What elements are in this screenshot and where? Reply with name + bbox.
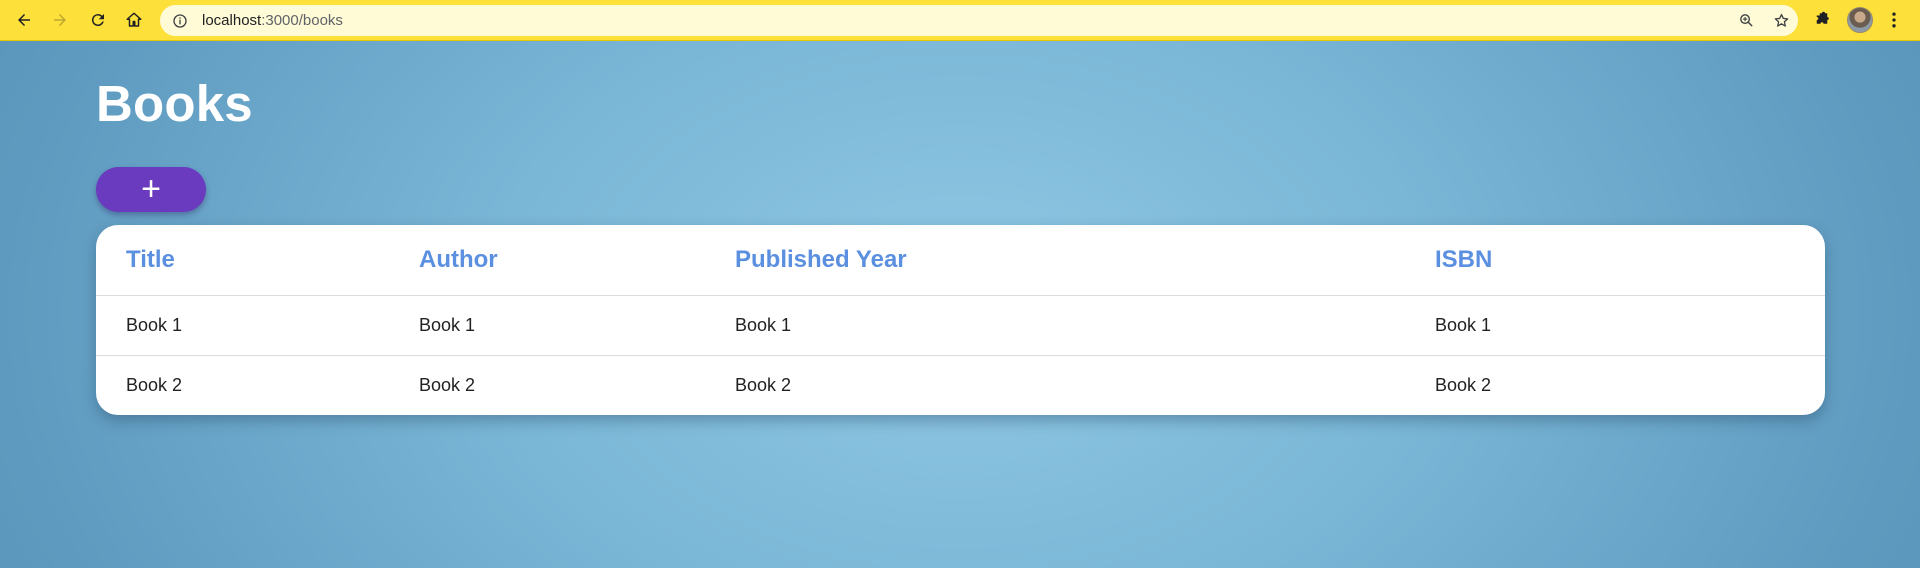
cell-title: Book 1 [96, 295, 419, 356]
cell-title: Book 2 [126, 374, 183, 395]
star-icon[interactable] [1773, 12, 1790, 29]
cell-author: Book 2 [419, 374, 476, 395]
back-button[interactable] [6, 2, 42, 38]
column-header-title[interactable]: Title [96, 225, 419, 296]
cell-published-year: Book 2 [735, 374, 792, 395]
forward-arrow-icon [54, 14, 66, 26]
forward-button[interactable] [42, 2, 78, 38]
url-text[interactable]: localhost:3000/books [202, 12, 343, 29]
browser-toolbar: localhost:3000/books [0, 0, 1920, 41]
profile-avatar[interactable] [1847, 7, 1873, 33]
extensions-button[interactable] [1808, 6, 1836, 34]
site-info-icon[interactable] [172, 13, 188, 29]
cell-published-year: Book 1 [735, 295, 1435, 356]
table-row[interactable]: Book 1 Book 1 Book 1 Book 1 [96, 295, 1825, 356]
cell-isbn: Book 2 [1435, 374, 1492, 395]
url-host: localhost [202, 12, 262, 29]
page-title: Books [96, 75, 253, 132]
more-menu-button[interactable] [1882, 8, 1906, 32]
home-button[interactable] [116, 2, 152, 38]
plus-icon: + [141, 169, 161, 208]
reload-button[interactable] [80, 2, 116, 38]
back-arrow-icon [18, 14, 30, 26]
books-table-card: Title Author Published Year ISBN Book 1 … [96, 225, 1825, 415]
more-vert-icon [1892, 12, 1896, 28]
table-header-row: Title Author Published Year ISBN [96, 225, 1825, 296]
column-header-isbn[interactable]: ISBN [1435, 225, 1825, 296]
puzzle-icon [1816, 11, 1829, 24]
address-bar[interactable]: localhost:3000/books [160, 5, 1798, 36]
books-table: Title Author Published Year ISBN Book 1 … [96, 225, 1825, 415]
cell-author: Book 1 [419, 295, 735, 356]
column-header-author[interactable]: Author [419, 225, 735, 296]
zoom-icon[interactable] [1738, 12, 1755, 29]
reload-icon [91, 14, 104, 27]
url-path: :3000/books [261, 12, 343, 29]
add-book-button[interactable]: + [96, 167, 206, 212]
column-header-published-year[interactable]: Published Year [735, 225, 1435, 296]
home-icon [126, 12, 142, 27]
table-row[interactable]: Book 2 Book 2 Book 2 Book 2 [96, 355, 1825, 415]
cell-isbn: Book 1 [1435, 295, 1825, 356]
